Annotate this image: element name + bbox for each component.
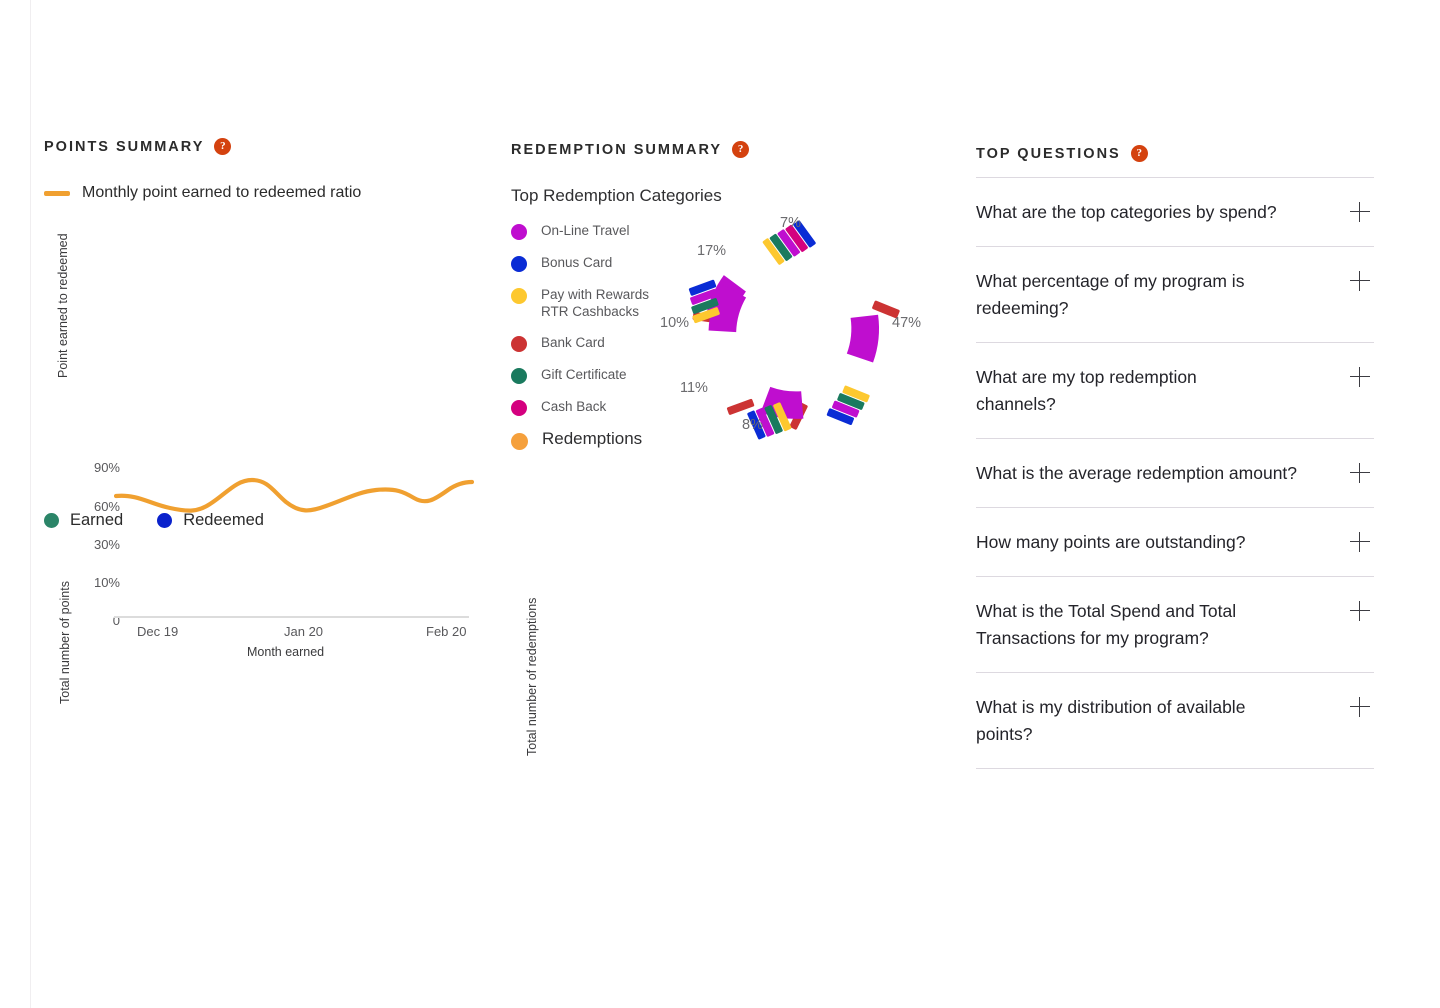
legend-label-pay-with-rewards: Pay with Rewards RTR Cashbacks: [541, 287, 650, 319]
earned-redeemed-bar-chart: Total number of points 200M 150M 100M 50…: [44, 556, 474, 756]
donut-label-10: 10%: [660, 315, 690, 331]
legend-item-gift-certificate[interactable]: Gift Certificate: [511, 366, 676, 384]
question-row[interactable]: What are the top categories by spend?: [976, 177, 1374, 247]
points-summary-heading: POINTS SUMMARY ?: [44, 138, 232, 155]
legend-label-gift-certificate: Gift Certificate: [541, 367, 627, 382]
help-icon[interactable]: ?: [732, 141, 750, 158]
left-divider: [30, 0, 31, 1008]
help-icon[interactable]: ?: [1130, 145, 1148, 162]
earned-redeemed-legend: Earned Redeemed: [44, 511, 264, 530]
legend-item-earned: Earned: [44, 511, 123, 530]
legend-label-redemptions: Redemptions: [542, 429, 643, 448]
bar-chart-y-axis-title: Total number of points: [58, 581, 72, 704]
plus-icon[interactable]: [1350, 601, 1370, 621]
legend-item-redeemed: Redeemed: [157, 511, 264, 530]
legend-label-earned: Earned: [70, 511, 124, 529]
plus-icon[interactable]: [1350, 697, 1370, 717]
plus-icon[interactable]: [1350, 463, 1370, 483]
question-text: What is the Total Spend and Total Transa…: [976, 601, 1237, 648]
donut-segment-7: [692, 220, 816, 324]
redemptions-swatch-icon: [511, 433, 528, 450]
legend-item-pay-with-rewards[interactable]: Pay with Rewards RTR Cashbacks: [511, 286, 676, 320]
legend-item-online-travel[interactable]: On-Line Travel: [511, 222, 676, 240]
redemption-subtitle: Top Redemption Categories: [511, 186, 722, 205]
question-text: What is the average redemption amount?: [976, 463, 1298, 483]
redeemed-swatch-icon: [157, 513, 173, 528]
bonus-card-swatch-icon: [511, 256, 527, 272]
question-text: What is my distribution of available poi…: [976, 697, 1246, 744]
redemptions-y-axis-title: Total number of redemptions: [525, 597, 539, 756]
question-row[interactable]: What is the average redemption amount?: [976, 439, 1374, 508]
question-row[interactable]: What percentage of my program is redeemi…: [976, 247, 1374, 343]
redemption-legend: On-Line Travel Bonus Card Pay with Rewar…: [511, 222, 676, 464]
points-summary-title: POINTS SUMMARY: [44, 138, 205, 155]
bank-card-swatch-icon: [511, 336, 527, 352]
redemption-donut-chart: 7% 47% 8% 11% 10% 17%: [660, 210, 930, 450]
donut-segment-47: [826, 300, 900, 426]
legend-label-bonus-card: Bonus Card: [541, 255, 613, 270]
plus-icon[interactable]: [1350, 367, 1370, 387]
legend-item-bonus-card[interactable]: Bonus Card: [511, 254, 676, 272]
redemption-summary-heading: REDEMPTION SUMMARY ?: [511, 141, 750, 158]
donut-label-17: 17%: [697, 243, 727, 259]
plus-icon[interactable]: [1350, 202, 1370, 222]
top-questions-title: TOP QUESTIONS: [976, 145, 1121, 162]
legend-label-online-travel: On-Line Travel: [541, 223, 630, 238]
question-row[interactable]: What are my top redemption channels?: [976, 343, 1374, 439]
question-text: How many points are outstanding?: [976, 532, 1246, 552]
line-chart-legend: Monthly point earned to redeemed ratio: [44, 184, 361, 202]
plus-icon[interactable]: [1350, 532, 1370, 552]
top-questions-heading: TOP QUESTIONS ?: [976, 145, 1148, 162]
question-row[interactable]: What is my distribution of available poi…: [976, 673, 1374, 769]
donut-label-8: 8%: [742, 417, 763, 433]
legend-item-bank-card[interactable]: Bank Card: [511, 334, 676, 352]
legend-label-redeemed: Redeemed: [183, 511, 264, 529]
question-text: What are my top redemption channels?: [976, 367, 1197, 414]
donut-label-47: 47%: [892, 315, 922, 331]
dashboard-page: POINTS SUMMARY ? Monthly point earned to…: [0, 0, 1440, 1008]
question-text: What percentage of my program is redeemi…: [976, 271, 1245, 318]
donut-label-7: 7%: [780, 215, 801, 231]
line-chart-y-axis-title: Point earned to redeemed: [56, 233, 70, 378]
donut-label-11: 11%: [680, 380, 708, 396]
question-row[interactable]: How many points are outstanding?: [976, 508, 1374, 577]
pay-with-rewards-swatch-icon: [511, 288, 527, 304]
top-questions-list: What are the top categories by spend? Wh…: [976, 177, 1374, 769]
redemption-summary-title: REDEMPTION SUMMARY: [511, 141, 723, 158]
question-row[interactable]: What is the Total Spend and Total Transa…: [976, 577, 1374, 673]
legend-label-bank-card: Bank Card: [541, 335, 605, 350]
plus-icon[interactable]: [1350, 271, 1370, 291]
earned-swatch-icon: [44, 513, 59, 528]
points-ratio-line-chart: Point earned to redeemed 90% 60% 30% 10%…: [44, 228, 474, 659]
legend-item-cash-back[interactable]: Cash Back: [511, 398, 676, 416]
line-legend-swatch-icon: [44, 190, 70, 196]
legend-item-redemptions[interactable]: Redemptions: [511, 430, 676, 450]
cash-back-swatch-icon: [511, 400, 527, 416]
gift-certificate-swatch-icon: [511, 368, 527, 384]
line-legend-label: Monthly point earned to redeemed ratio: [82, 184, 362, 201]
legend-label-cash-back: Cash Back: [541, 399, 607, 414]
online-travel-swatch-icon: [511, 224, 527, 240]
help-icon[interactable]: ?: [214, 138, 232, 155]
redemptions-bar-chart: Total number of redemptions 20K 15K 10K …: [511, 556, 941, 756]
question-text: What are the top categories by spend?: [976, 202, 1277, 222]
